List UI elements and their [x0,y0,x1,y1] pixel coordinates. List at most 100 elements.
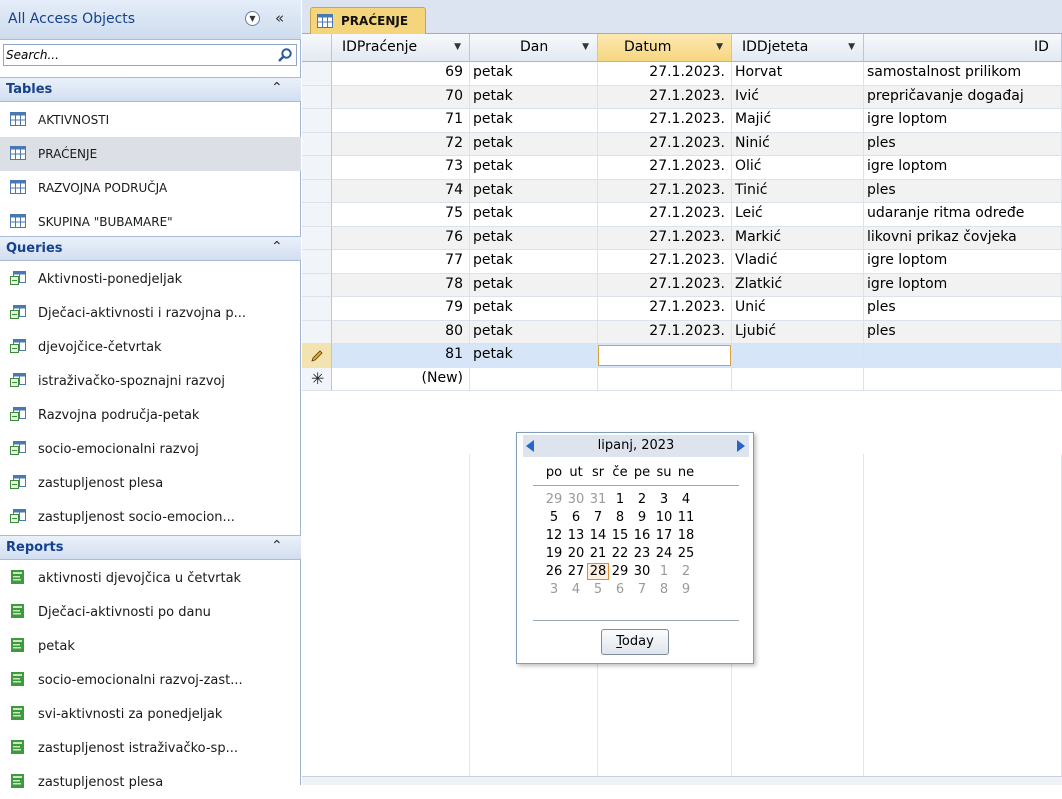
header-datum[interactable]: Datum ▼ [598,34,732,62]
nav-item-querie[interactable]: zastupljenost socio-emocion... [0,500,301,534]
group-header-reports[interactable]: Reports ⌃ [0,535,301,560]
table-cell[interactable]: udaranje ritma određe [864,203,1062,227]
today-button[interactable]: Today [601,629,669,655]
table-cell[interactable]: Ivić [732,85,864,109]
date-input[interactable] [598,345,731,366]
table-cell[interactable]: 27.1.2023. [598,132,732,156]
record-selector[interactable] [302,85,332,109]
nav-item-querie[interactable]: Dječaci-aktivnosti i razvojna p... [0,296,301,330]
table-cell[interactable]: igre loptom [864,109,1062,133]
calendar-day[interactable]: 24 [653,545,675,562]
record-selector[interactable] [302,226,332,250]
table-cell[interactable]: samostalnost prilikom [864,62,1062,86]
calendar-day[interactable]: 15 [609,527,631,544]
calendar-day[interactable]: 29 [543,491,565,508]
calendar-day[interactable]: 19 [543,545,565,562]
nav-pane-header[interactable]: All Access Objects ▼ « [0,0,301,40]
calendar-day[interactable]: 2 [631,491,653,508]
calendar-month-title[interactable]: lipanj, 2023 [517,438,755,453]
table-cell[interactable]: 74 [332,179,470,203]
table-cell[interactable]: Ljubić [732,320,864,344]
calendar-day[interactable]: 4 [675,491,697,508]
table-cell[interactable]: igre loptom [864,250,1062,274]
collapse-group-icon[interactable]: ⌃ [271,538,283,554]
record-selector[interactable] [302,62,332,86]
group-header-tables[interactable]: Tables ⌃ [0,77,301,102]
calendar-day[interactable]: 3 [653,491,675,508]
calendar-day[interactable]: 8 [609,509,631,526]
calendar-day[interactable]: 17 [653,527,675,544]
calendar-day[interactable]: 4 [565,581,587,598]
calendar-day[interactable]: 1 [609,491,631,508]
table-cell[interactable]: petak [470,85,598,109]
nav-item-table[interactable]: AKTIVNOSTI [0,103,301,137]
table-cell[interactable]: 77 [332,250,470,274]
table-cell[interactable]: 76 [332,226,470,250]
table-cell[interactable]: ples [864,179,1062,203]
nav-item-table[interactable]: RAZVOJNA PODRUČJA [0,171,301,205]
table-cell[interactable]: petak [470,250,598,274]
calendar-day[interactable]: 29 [609,563,631,580]
nav-item-table[interactable]: PRAĆENJE [0,137,301,171]
table-cell[interactable]: Horvat [732,62,864,86]
table-cell[interactable] [598,367,732,391]
select-all-corner[interactable] [302,34,332,62]
table-cell[interactable]: 72 [332,132,470,156]
date-picker-popup[interactable]: lipanj, 2023 po ut sr če pe su ne 29 30 31 1 2 3 4 5 6 7 8… [516,432,754,664]
nav-item-querie[interactable]: djevojčice-četvrtak [0,330,301,364]
nav-menu-dropdown-icon[interactable]: ▼ [245,11,260,26]
table-cell[interactable]: ples [864,132,1062,156]
search-icon[interactable] [277,47,293,63]
sort-filter-dropdown-icon[interactable]: ▼ [582,42,589,52]
table-cell[interactable]: ples [864,297,1062,321]
calendar-day[interactable]: 22 [609,545,631,562]
table-cell[interactable] [732,344,864,368]
table-cell[interactable]: 27.1.2023. [598,297,732,321]
header-idpracenje[interactable]: IDPraćenje ▼ [332,34,470,62]
table-cell[interactable]: 80 [332,320,470,344]
table-cell[interactable]: 27.1.2023. [598,226,732,250]
calendar-day[interactable]: 20 [565,545,587,562]
table-cell[interactable]: prepričavanje događaj [864,85,1062,109]
table-cell[interactable]: petak [470,179,598,203]
sort-filter-dropdown-icon[interactable]: ▼ [848,42,855,52]
table-cell[interactable]: 27.1.2023. [598,273,732,297]
calendar-day[interactable]: 2 [675,563,697,580]
table-cell[interactable] [864,367,1062,391]
header-dan[interactable]: Dan ▼ [470,34,598,62]
record-selector[interactable] [302,109,332,133]
record-selector[interactable] [302,273,332,297]
calendar-day[interactable]: 1 [653,563,675,580]
calendar-day[interactable]: 28 [587,563,609,580]
calendar-day[interactable]: 30 [565,491,587,508]
calendar-day[interactable]: 12 [543,527,565,544]
calendar-day[interactable]: 5 [587,581,609,598]
record-selector[interactable] [302,320,332,344]
collapse-group-icon[interactable]: ⌃ [271,80,283,96]
calendar-day[interactable]: 30 [631,563,653,580]
nav-search-box[interactable] [3,44,297,66]
record-selector[interactable] [302,297,332,321]
calendar-day[interactable]: 9 [631,509,653,526]
table-cell[interactable]: 27.1.2023. [598,85,732,109]
calendar-day[interactable]: 31 [587,491,609,508]
record-selector[interactable] [302,179,332,203]
sort-filter-dropdown-icon[interactable]: ▼ [454,42,461,52]
table-cell[interactable]: igre loptom [864,156,1062,180]
table-cell[interactable]: Olić [732,156,864,180]
table-cell[interactable]: petak [470,109,598,133]
table-cell[interactable]: 27.1.2023. [598,109,732,133]
calendar-day[interactable]: 8 [653,581,675,598]
group-header-queries[interactable]: Queries ⌃ [0,236,301,261]
calendar-day[interactable]: 13 [565,527,587,544]
nav-item-report[interactable]: petak [0,629,301,663]
table-cell[interactable]: Vladić [732,250,864,274]
table-cell[interactable]: 27.1.2023. [598,62,732,86]
table-cell[interactable]: 81 [332,344,470,368]
table-cell[interactable]: 27.1.2023. [598,156,732,180]
table-cell[interactable] [732,367,864,391]
nav-item-querie[interactable]: socio-emocionalni razvoj [0,432,301,466]
table-cell[interactable]: 73 [332,156,470,180]
prev-month-icon[interactable] [526,440,534,452]
calendar-day[interactable]: 23 [631,545,653,562]
